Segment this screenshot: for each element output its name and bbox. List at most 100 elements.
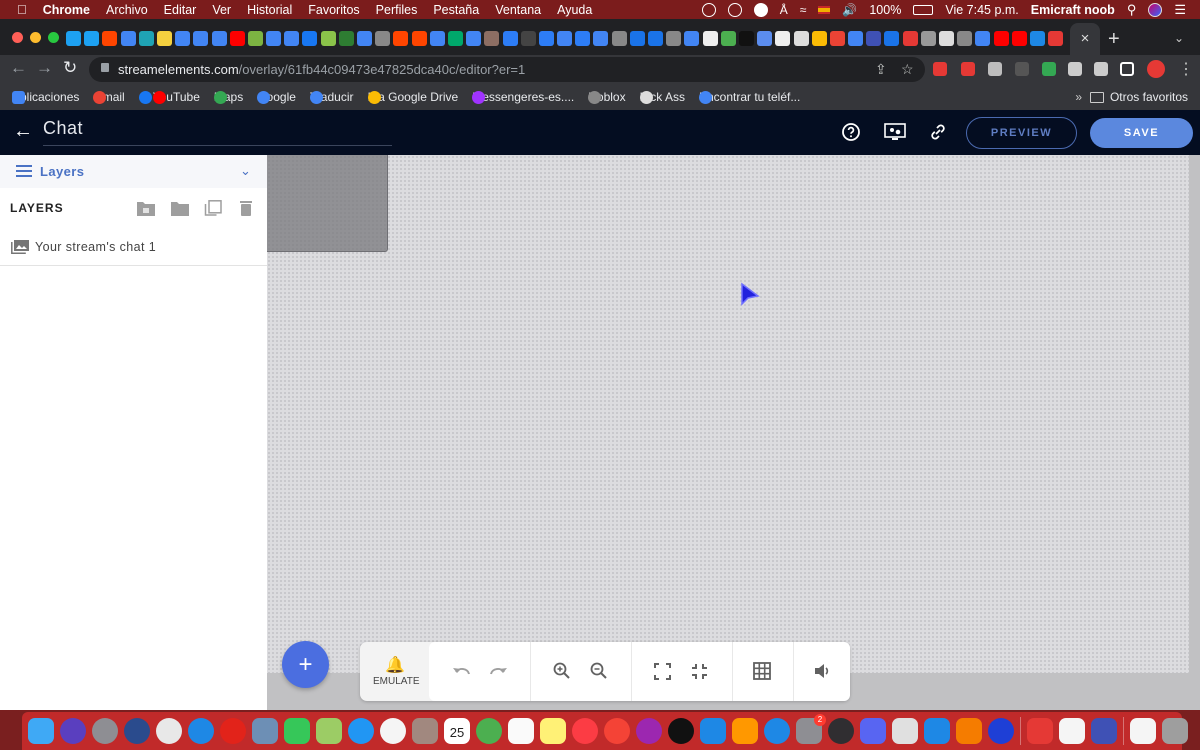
tp-extension-icon[interactable]: [933, 62, 947, 76]
dock-app-contacts[interactable]: [412, 718, 438, 744]
dock-app-omega[interactable]: [988, 718, 1014, 744]
pinned-tab-favicon[interactable]: [684, 31, 700, 46]
window-close-button[interactable]: [12, 32, 23, 43]
window-zoom-button[interactable]: [48, 32, 59, 43]
menu-item-editar[interactable]: Editar: [164, 3, 197, 17]
delete-icon[interactable]: [237, 200, 255, 216]
pinned-tab-favicon[interactable]: [484, 31, 500, 46]
bookmark-item[interactable]: Encontrar tu teléf...: [698, 90, 800, 104]
pinned-tab-favicon[interactable]: [720, 31, 736, 46]
battery-icon[interactable]: [913, 4, 934, 15]
tab-close-icon[interactable]: ×: [1081, 30, 1090, 47]
pinned-tab-favicon[interactable]: [902, 31, 918, 46]
pinned-tab-favicon[interactable]: [393, 31, 409, 46]
browser-menu-icon[interactable]: ⋮: [1178, 59, 1194, 79]
redo-icon[interactable]: [488, 663, 508, 679]
canvas-stage[interactable]: [267, 155, 1189, 673]
dock-app-document[interactable]: [1130, 718, 1156, 744]
download-icon[interactable]: [1015, 62, 1029, 76]
pinned-tab-favicon[interactable]: [66, 31, 81, 46]
pinned-tab-favicon[interactable]: [229, 31, 245, 46]
bookmark-item[interactable]: YouTube: [152, 90, 200, 104]
menu-item-ayuda[interactable]: Ayuda: [557, 3, 592, 17]
pinned-tab-favicon[interactable]: [156, 31, 172, 46]
lock-icon[interactable]: [101, 63, 109, 72]
profile-avatar[interactable]: [1147, 60, 1165, 78]
pinned-tab-favicon[interactable]: [975, 31, 991, 46]
dock-app-messages[interactable]: [348, 718, 374, 744]
dock-app-chrome[interactable]: [156, 718, 182, 744]
pinned-tab-favicon[interactable]: [466, 31, 482, 46]
pinned-tab-favicon[interactable]: [629, 31, 645, 46]
pinned-tab-favicon[interactable]: [447, 31, 463, 46]
monitor-settings-icon[interactable]: [884, 122, 906, 142]
pinned-tab-favicon[interactable]: [775, 31, 791, 46]
pinned-tab-favicon[interactable]: [848, 31, 864, 46]
adblock-icon[interactable]: [961, 62, 975, 76]
pinned-tab-favicon[interactable]: [211, 31, 227, 46]
bookmark-item[interactable]: Aplicaciones: [12, 90, 79, 104]
dock-app-facetime[interactable]: [284, 718, 310, 744]
dock-app-textedit[interactable]: [1059, 718, 1085, 744]
dock-app-photos[interactable]: [380, 718, 406, 744]
pinned-tab-favicon[interactable]: [320, 31, 336, 46]
pinned-tab-favicon[interactable]: [1011, 31, 1027, 46]
pinned-tab-favicon[interactable]: [702, 31, 718, 46]
control-center-icon[interactable]: ☰: [1174, 2, 1186, 18]
help-icon[interactable]: [841, 122, 861, 142]
dock-app-streamlabs[interactable]: [1027, 718, 1053, 744]
menu-item-archivo[interactable]: Archivo: [106, 3, 148, 17]
dock-app-launchpad[interactable]: [92, 718, 118, 744]
pinned-tab-favicon[interactable]: [993, 31, 1009, 46]
menu-item-historial[interactable]: Historial: [247, 3, 292, 17]
dock-app-tv[interactable]: [668, 718, 694, 744]
address-bar[interactable]: streamelements.com/overlay/61fb44c09473e…: [89, 57, 925, 82]
chevron-down-icon[interactable]: ⌄: [240, 163, 251, 179]
side-panel-icon[interactable]: [1120, 62, 1134, 76]
panel-selector-dropdown[interactable]: Layers ⌄: [0, 155, 267, 188]
dock-app-app-store[interactable]: [764, 718, 790, 744]
dock-app-find-my[interactable]: [476, 718, 502, 744]
pinned-tab-favicon[interactable]: [102, 31, 118, 46]
menu-item-chrome[interactable]: Chrome: [43, 3, 90, 17]
pinned-tab-favicon[interactable]: [593, 31, 609, 46]
extension-icon[interactable]: [988, 62, 1002, 76]
dock-app-obs[interactable]: [828, 718, 854, 744]
dock-app-reminders[interactable]: [508, 718, 534, 744]
overlay-title[interactable]: Chat: [43, 118, 83, 138]
dock-app-roblox[interactable]: [892, 718, 918, 744]
pinned-tab-favicon[interactable]: [302, 31, 318, 46]
wifi-icon[interactable]: ≈: [800, 3, 807, 17]
dock-app-safari[interactable]: [188, 718, 214, 744]
back-arrow-icon[interactable]: ←: [13, 120, 33, 143]
dock-app-opera[interactable]: [220, 718, 246, 744]
bluetooth-icon[interactable]: Å: [780, 3, 788, 17]
grid-icon[interactable]: [753, 662, 771, 680]
pinned-tab-favicon[interactable]: [829, 31, 845, 46]
bookmarks-overflow-button[interactable]: »: [1075, 90, 1082, 104]
other-bookmarks-folder[interactable]: Otros favoritos: [1089, 90, 1188, 104]
undo-icon[interactable]: [452, 663, 472, 679]
zoom-out-icon[interactable]: [590, 662, 608, 680]
pinned-tab-favicon[interactable]: [520, 31, 536, 46]
pinned-tab-favicon[interactable]: [175, 31, 191, 46]
pinned-tab-favicon[interactable]: [375, 31, 391, 46]
share-icon[interactable]: ⇪: [875, 61, 887, 78]
backup-icon[interactable]: [727, 2, 742, 17]
pinned-tab-favicon[interactable]: [411, 31, 427, 46]
pinned-tab-favicon[interactable]: [611, 31, 627, 46]
dock-app-virtualbox[interactable]: [1091, 718, 1117, 744]
pinned-tab-favicon[interactable]: [1048, 31, 1064, 46]
spotlight-search-icon[interactable]: ⚲: [1127, 2, 1137, 18]
menu-item-ventana[interactable]: Ventana: [495, 3, 541, 17]
pinned-tab-favicon[interactable]: [648, 31, 663, 46]
dock-app-maps[interactable]: [316, 718, 342, 744]
duplicate-icon[interactable]: [204, 200, 222, 216]
flag-icon[interactable]: [818, 5, 831, 14]
dock-app-keynote[interactable]: [700, 718, 726, 744]
pinned-tab-favicon[interactable]: [811, 31, 827, 46]
pinned-tab-favicon[interactable]: [138, 31, 154, 46]
fullscreen-icon[interactable]: [654, 663, 671, 680]
bookmark-star-icon[interactable]: ☆: [901, 61, 914, 78]
bookmark-item[interactable]: Maps: [213, 90, 243, 104]
